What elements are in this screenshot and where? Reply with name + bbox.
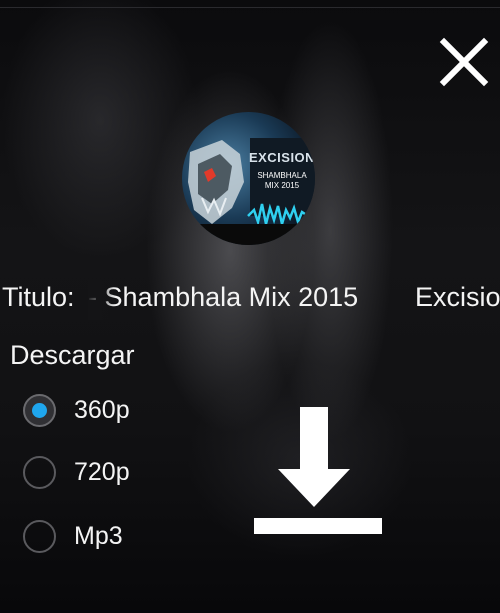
album-cover: EXCISION SHAMBHALA MIX 2015 (182, 112, 315, 245)
svg-text:EXCISION: EXCISION (249, 150, 315, 165)
radio-720p[interactable] (23, 455, 56, 489)
marquee-fade (88, 280, 116, 320)
svg-text:SHAMBHALA: SHAMBHALA (257, 171, 307, 180)
option-label-360p: 360p (74, 395, 130, 424)
close-button[interactable] (436, 34, 492, 90)
option-mp3[interactable]: Mp3 (23, 516, 223, 556)
title-text-repeat: Excision - Shambhala Mix 2015 (415, 282, 500, 312)
option-label-mp3: Mp3 (74, 521, 123, 550)
title-marquee: Excision - Shambhala Mix 2015 Excision -… (88, 282, 500, 318)
download-section-label: Descargar (10, 340, 135, 370)
title-row: Titulo: Excision - Shambhala Mix 2015 Ex… (0, 280, 500, 320)
option-720p[interactable]: 720p (23, 452, 223, 492)
title-label: Titulo: (2, 282, 75, 312)
close-icon (439, 37, 489, 87)
download-button[interactable] (252, 405, 384, 537)
download-icon (254, 407, 382, 534)
option-360p[interactable]: 360p (23, 390, 223, 430)
svg-text:MIX 2015: MIX 2015 (265, 181, 300, 190)
top-divider (0, 7, 500, 8)
radio-360p[interactable] (23, 393, 56, 427)
radio-mp3[interactable] (23, 519, 56, 553)
title-text: Excision - Shambhala Mix 2015 (88, 282, 359, 312)
option-label-720p: 720p (74, 457, 130, 486)
